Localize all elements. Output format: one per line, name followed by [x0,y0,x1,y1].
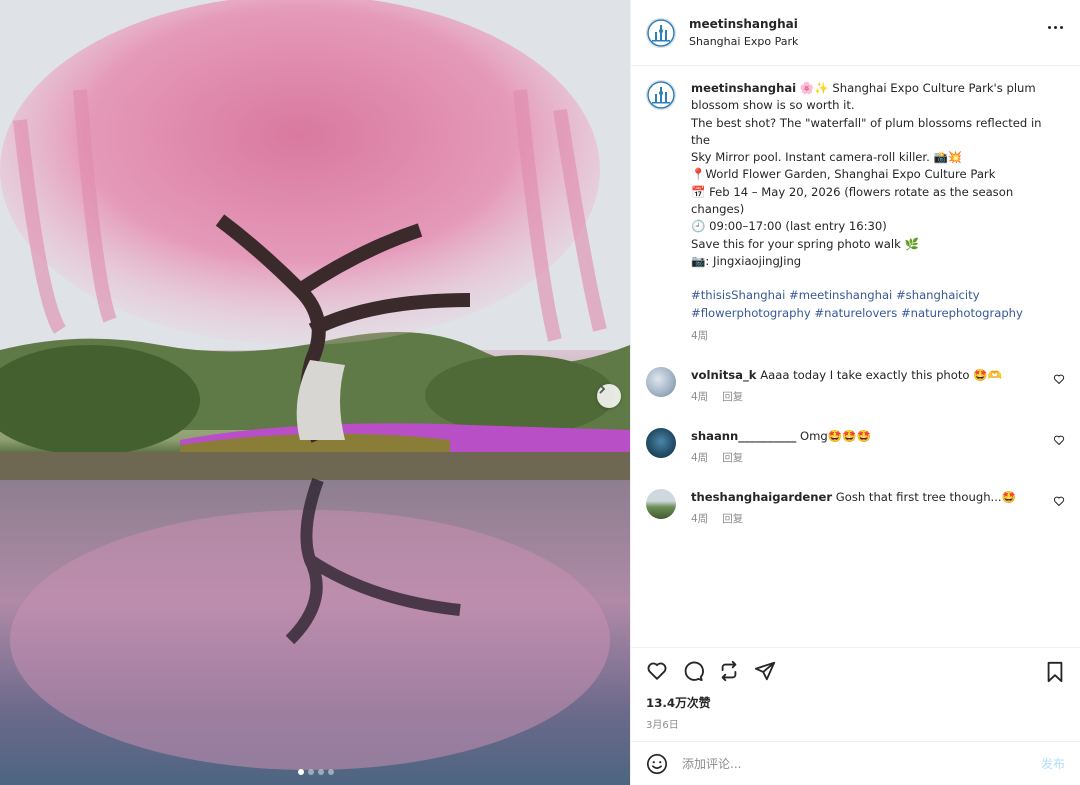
post-actions: 13.4万次赞 3月6日 [631,647,1080,741]
caption-line: 🕘 09:00–17:00 (last entry 16:30) [691,219,887,234]
comment-text: Aaaa today I take exactly this photo 🤩🫶 [760,368,1003,383]
hashtags: #thisisShanghai #meetinshanghai #shangha… [691,287,1061,322]
caption-line: 📷: JingxiaojingJing [691,253,802,268]
more-dot [1054,26,1057,29]
hashtag-link[interactable]: #shanghaicity [896,288,980,302]
post-date[interactable]: 3月6日 [646,716,1065,731]
caption-avatar[interactable] [646,80,676,110]
comment-item: theshanghaigardener Gosh that first tree… [646,489,1065,528]
caption-line: Save this for your spring photo walk 🌿 [691,236,919,251]
repost-icon[interactable] [718,660,740,682]
emoji-smiley-icon[interactable] [646,753,668,775]
carousel-indicator [298,769,334,775]
comment-bubble-icon[interactable] [682,660,704,682]
carousel-dot [308,769,314,775]
like-count[interactable]: 13.4万次赞 [646,694,1065,711]
comment-timestamp[interactable]: 4周 [691,389,708,406]
author-username[interactable]: meetinshanghai [689,17,798,31]
hashtag-link[interactable]: #naturephotography [901,306,1023,320]
caption-line: The best shot? The "waterfall" of plum b… [691,115,1042,147]
instagram-post: meetinshanghai Shanghai Expo Park meetin… [0,0,1080,785]
share-paper-plane-icon[interactable] [754,660,776,682]
post-comment-button[interactable]: 发布 [1041,755,1065,772]
hashtag-link[interactable]: #flowerphotography [691,306,811,320]
caption-line: 📅 Feb 14 – May 20, 2026 (flowers rotate … [691,184,1014,217]
like-comment-heart-icon[interactable] [1053,495,1065,507]
hashtag-link[interactable]: #thisisShanghai [691,288,785,302]
like-comment-heart-icon[interactable] [1053,373,1065,385]
caption-text: meetinshanghai 🌸✨ Shanghai Expo Culture … [691,80,1061,345]
caption-line: blossom show is so worth it. [691,98,855,113]
reply-button[interactable]: 回复 [722,389,743,406]
comment-text: Omg🤩🤩🤩 [799,429,872,444]
like-comment-heart-icon[interactable] [1053,434,1065,446]
caption-line: 🌸✨ Shanghai Expo Culture Park's plum [799,81,1036,95]
hashtag-link[interactable]: #naturelovers [814,306,897,320]
comments-section[interactable]: meetinshanghai 🌸✨ Shanghai Expo Culture … [631,66,1080,647]
commenter-avatar[interactable] [646,428,676,459]
carousel-dot [298,769,304,775]
chevron-right-icon [599,384,606,394]
reply-button[interactable]: 回复 [722,511,743,528]
commenter-username[interactable]: shaann__________ [691,429,796,443]
commenter-avatar[interactable] [646,367,676,398]
hashtag-link[interactable]: #meetinshanghai [789,288,892,302]
caption-line: 📍World Flower Garden, Shanghai Expo Cult… [691,167,996,182]
save-bookmark-icon[interactable] [1045,661,1065,683]
plum-tree-illustration [0,0,630,785]
more-dot [1048,26,1051,29]
comment-timestamp[interactable]: 4周 [691,450,708,467]
commenter-username[interactable]: theshanghaigardener [691,490,832,504]
shanghai-skyline-icon [647,81,675,109]
caption-username[interactable]: meetinshanghai [691,81,796,95]
carousel-dot [328,769,334,775]
comment-text: Gosh that first tree though...🤩 [835,490,1017,505]
post-location[interactable]: Shanghai Expo Park [689,35,798,48]
author-avatar[interactable] [646,17,676,48]
post-header: meetinshanghai Shanghai Expo Park [631,0,1080,66]
post-sidebar: meetinshanghai Shanghai Expo Park meetin… [630,0,1080,785]
reply-button[interactable]: 回复 [722,450,743,467]
comment-timestamp[interactable]: 4周 [691,511,708,528]
post-photo[interactable] [0,0,630,785]
commenter-avatar[interactable] [646,489,676,520]
post-caption: meetinshanghai 🌸✨ Shanghai Expo Culture … [646,80,1065,345]
comment-item: shaann__________ Omg🤩🤩🤩 4周 回复 [646,428,1065,467]
more-dot [1060,26,1063,29]
caption-timestamp[interactable]: 4周 [691,328,1061,345]
comment-input[interactable] [682,756,1041,771]
commenter-username[interactable]: volnitsa_k [691,368,757,382]
like-heart-icon[interactable] [646,660,668,682]
comment-item: volnitsa_k Aaaa today I take exactly thi… [646,367,1065,406]
caption-line: Sky Mirror pool. Instant camera-roll kil… [691,150,963,165]
carousel-dot [318,769,324,775]
add-comment-bar: 发布 [631,741,1080,785]
more-options-button[interactable] [1048,26,1063,29]
carousel-next-button[interactable] [597,384,621,408]
shanghai-skyline-icon [647,18,675,47]
